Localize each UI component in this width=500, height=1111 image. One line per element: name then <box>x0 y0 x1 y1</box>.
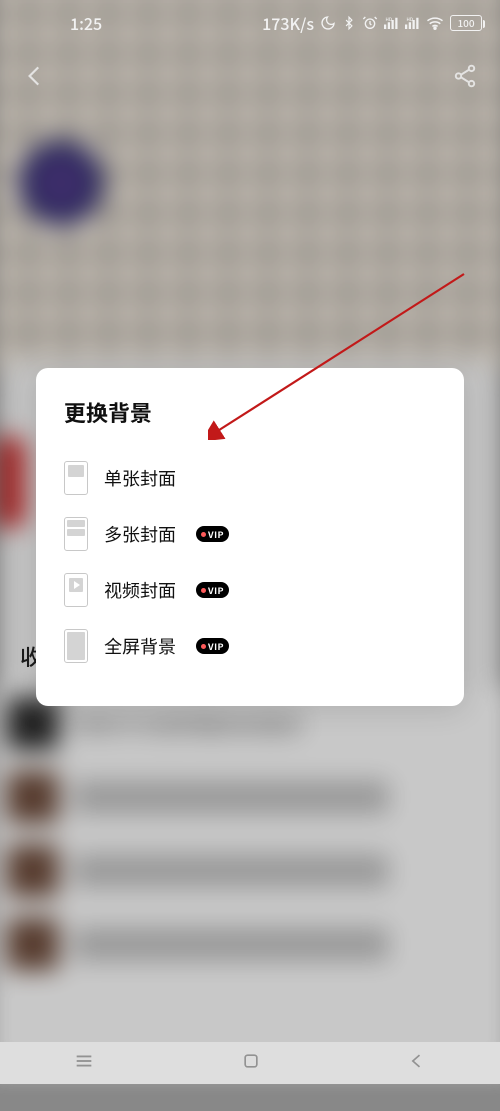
fullscreen-bg-icon <box>64 629 88 663</box>
signal-icon: HD <box>384 16 399 30</box>
share-icon[interactable] <box>452 63 478 89</box>
status-bar: 1:25 173K/s HD HD 100 <box>0 0 500 46</box>
bluetooth-icon <box>342 15 356 31</box>
option-label: 全屏背景 <box>104 633 176 659</box>
modal-title: 更换背景 <box>64 396 436 428</box>
signal-icon-2: HD <box>405 16 420 30</box>
battery-level: 100 <box>457 18 474 28</box>
option-label: 单张封面 <box>104 465 176 491</box>
status-time: 1:25 <box>18 11 102 35</box>
svg-text:HD: HD <box>407 17 413 23</box>
back-icon[interactable] <box>22 63 48 89</box>
nav-home-icon[interactable] <box>241 1051 261 1076</box>
system-navbar <box>0 1042 500 1084</box>
option-video-cover[interactable]: 视频封面 VIP <box>64 562 436 618</box>
vip-badge: VIP <box>196 582 229 598</box>
svg-text:HD: HD <box>386 17 392 23</box>
option-multi-cover[interactable]: 多张封面 VIP <box>64 506 436 562</box>
option-label: 多张封面 <box>104 521 176 547</box>
nav-back-icon[interactable] <box>407 1051 427 1076</box>
top-navigation <box>0 56 500 96</box>
video-cover-icon <box>64 573 88 607</box>
wifi-icon <box>426 16 444 30</box>
option-label: 视频封面 <box>104 577 176 603</box>
nav-recents-icon[interactable] <box>73 1050 95 1077</box>
moon-icon <box>320 15 336 31</box>
battery-icon: 100 <box>450 15 482 31</box>
vip-badge: VIP <box>196 638 229 654</box>
option-single-cover[interactable]: 单张封面 <box>64 450 436 506</box>
change-background-modal: 更换背景 单张封面 多张封面 VIP 视频封面 VIP 全屏背景 VIP <box>36 368 464 706</box>
single-cover-icon <box>64 461 88 495</box>
alarm-icon <box>362 15 378 31</box>
status-netspeed: 173K/s <box>262 11 314 35</box>
option-fullscreen-bg[interactable]: 全屏背景 VIP <box>64 618 436 674</box>
vip-badge: VIP <box>196 526 229 542</box>
multi-cover-icon <box>64 517 88 551</box>
